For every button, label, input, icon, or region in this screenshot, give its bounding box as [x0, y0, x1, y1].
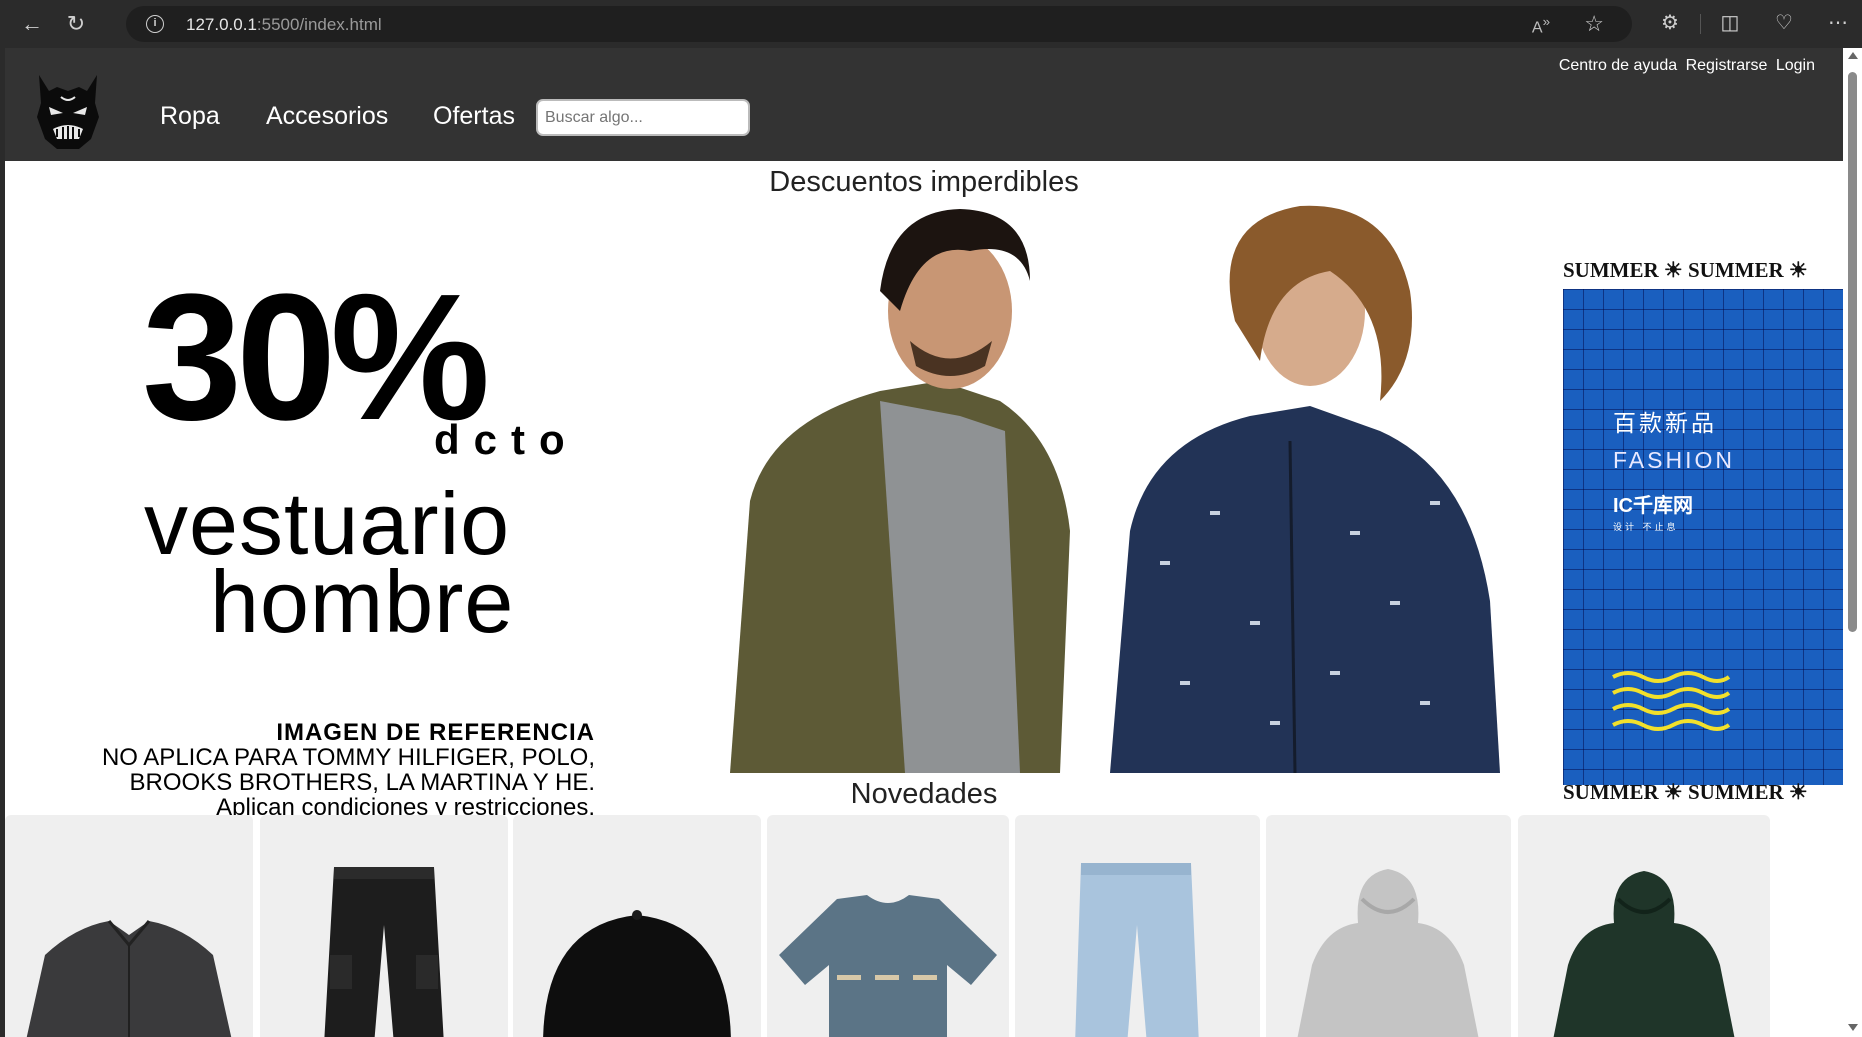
green-hoodie-image — [1553, 871, 1735, 1037]
product-card-light-jeans[interactable] — [1015, 815, 1260, 1037]
summer-brand: IC千库网 设计 不止息 — [1613, 489, 1693, 533]
nav-ofertas[interactable]: Ofertas — [433, 102, 515, 131]
site-info-icon[interactable]: i — [146, 15, 164, 33]
back-arrow-icon[interactable]: ← — [18, 10, 46, 38]
reference-title: IMAGEN DE REFERENCIA — [276, 719, 595, 746]
discount-suffix: dcto — [434, 416, 579, 463]
read-aloud-icon[interactable]: A» — [1532, 14, 1550, 37]
deals-title: Descuentos imperdibles — [769, 166, 1079, 198]
summer-promo-panel[interactable]: SUMMER ☀ SUMMER ☀ 百款新品 FASHION IC千库网 设计 … — [1563, 258, 1843, 813]
product-card-denim-jacket[interactable] — [5, 815, 253, 1037]
extensions-icon[interactable]: ⚙ — [1656, 10, 1684, 35]
discount-text-block: 30% dcto vestuario hombre IMAGEN DE REFE… — [40, 268, 595, 828]
disclaimer-line-1: NO APLICA PARA TOMMY HILFIGER, POLO, — [101, 744, 595, 771]
help-center-link[interactable]: Centro de ayuda — [1559, 57, 1677, 74]
site-header: Ropa Accesorios Ofertas Centro de ayuda … — [5, 48, 1843, 161]
summer-fashion-text: FASHION — [1613, 447, 1735, 473]
browser-toolbar: ← ↻ i 127.0.0.1:5500/index.html A» ☆ ⚙ ◫… — [0, 0, 1862, 48]
summer-cn-text: 百款新品 — [1613, 410, 1717, 436]
new-arrivals-title: Novedades — [850, 778, 998, 810]
summer-brand-name: IC千库网 — [1613, 495, 1693, 517]
page-viewport: Ropa Accesorios Ofertas Centro de ayuda … — [5, 48, 1843, 1037]
summer-brand-sub: 设计 不止息 — [1613, 522, 1679, 532]
url-text: 127.0.0.1:5500/index.html — [186, 15, 382, 35]
grey-hoodie-image — [1297, 869, 1479, 1037]
page-scrollbar[interactable] — [1843, 48, 1862, 1037]
oni-mask-logo-icon[interactable] — [35, 73, 101, 151]
more-options-icon[interactable]: ⋯ — [1824, 10, 1852, 35]
top-links: Centro de ayuda Registrarse Login — [1555, 57, 1815, 75]
register-link[interactable]: Registrarse — [1686, 57, 1768, 74]
product-card-blue-tshirt[interactable] — [767, 815, 1009, 1037]
banner-line-2: hombre — [210, 552, 515, 651]
cargo-pants-image — [324, 867, 444, 1037]
models-photo — [730, 205, 1500, 773]
product-card-black-cap[interactable] — [513, 815, 761, 1037]
url-path: :5500/index.html — [256, 15, 382, 34]
product-card-cargo-pants[interactable] — [260, 815, 508, 1037]
browser-essentials-icon[interactable]: ♡ — [1770, 10, 1798, 35]
light-jeans-image — [1075, 863, 1199, 1037]
product-card-grey-hoodie[interactable] — [1266, 815, 1511, 1037]
search-input[interactable] — [536, 99, 750, 136]
scroll-down-icon[interactable] — [1848, 1024, 1858, 1031]
login-link[interactable]: Login — [1776, 57, 1815, 74]
address-bar[interactable]: i 127.0.0.1:5500/index.html A» ☆ — [126, 6, 1632, 42]
url-host: 127.0.0.1 — [186, 15, 257, 34]
favorite-star-icon[interactable]: ☆ — [1584, 11, 1604, 37]
blue-tshirt-image — [779, 895, 997, 1037]
new-arrivals-row — [5, 815, 1843, 1037]
nav-accesorios[interactable]: Accesorios — [266, 102, 388, 131]
wave-lines-icon — [1612, 671, 1731, 731]
denim-jacket-image — [26, 920, 232, 1037]
black-cap-image — [543, 910, 731, 1037]
scroll-up-icon[interactable] — [1848, 52, 1858, 59]
summer-strip-top: SUMMER ☀ SUMMER ☀ — [1563, 258, 1808, 282]
toolbar-divider — [1700, 14, 1701, 34]
split-screen-icon[interactable]: ◫ — [1716, 10, 1744, 35]
product-card-green-hoodie[interactable] — [1518, 815, 1770, 1037]
scroll-thumb[interactable] — [1848, 72, 1857, 632]
nav-ropa[interactable]: Ropa — [160, 102, 220, 131]
discount-percent: 30% — [142, 257, 490, 458]
reload-icon[interactable]: ↻ — [62, 10, 90, 38]
summer-grid-bg: 百款新品 FASHION IC千库网 设计 不止息 — [1563, 289, 1843, 785]
